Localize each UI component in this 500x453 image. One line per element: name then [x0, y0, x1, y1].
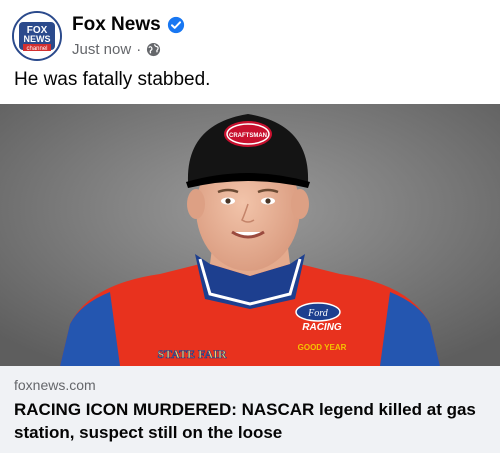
- globe-icon: [147, 42, 161, 57]
- link-headline[interactable]: RACING ICON MURDERED: NASCAR legend kill…: [14, 398, 490, 444]
- page-avatar[interactable]: FOX NEWS channel: [12, 11, 62, 61]
- fox-news-logo-icon: FOX NEWS channel: [14, 13, 60, 59]
- page-name-row: Fox News: [72, 14, 185, 36]
- driver-portrait: CRAFTSMAN Ford RACING GOOD YEAR STATE FA…: [0, 104, 500, 366]
- suit-ford-logo: Ford: [307, 308, 329, 319]
- timestamp[interactable]: Just now: [72, 41, 131, 58]
- post-photo[interactable]: CRAFTSMAN Ford RACING GOOD YEAR STATE FA…: [0, 104, 500, 366]
- post-meta: Just now ·: [72, 41, 161, 58]
- post-header: FOX NEWS channel Fox News Just now ·: [0, 0, 500, 66]
- suit-racing-logo: RACING: [302, 322, 342, 333]
- meta-separator: ·: [136, 41, 142, 58]
- post-text: He was fatally stabbed.: [14, 69, 211, 90]
- logo-line2: NEWS: [24, 34, 51, 44]
- cap-logo-text: CRAFTSMAN: [229, 133, 267, 139]
- suit-goodyear-logo: GOOD YEAR: [298, 343, 347, 352]
- page-name[interactable]: Fox News: [72, 14, 161, 36]
- link-domain: foxnews.com: [14, 377, 96, 393]
- logo-line3: channel: [26, 46, 47, 52]
- link-preview[interactable]: foxnews.com RACING ICON MURDERED: NASCAR…: [0, 366, 500, 453]
- verified-badge-icon: [167, 16, 184, 34]
- suit-statefair-logo: STATE FAIR: [157, 347, 226, 361]
